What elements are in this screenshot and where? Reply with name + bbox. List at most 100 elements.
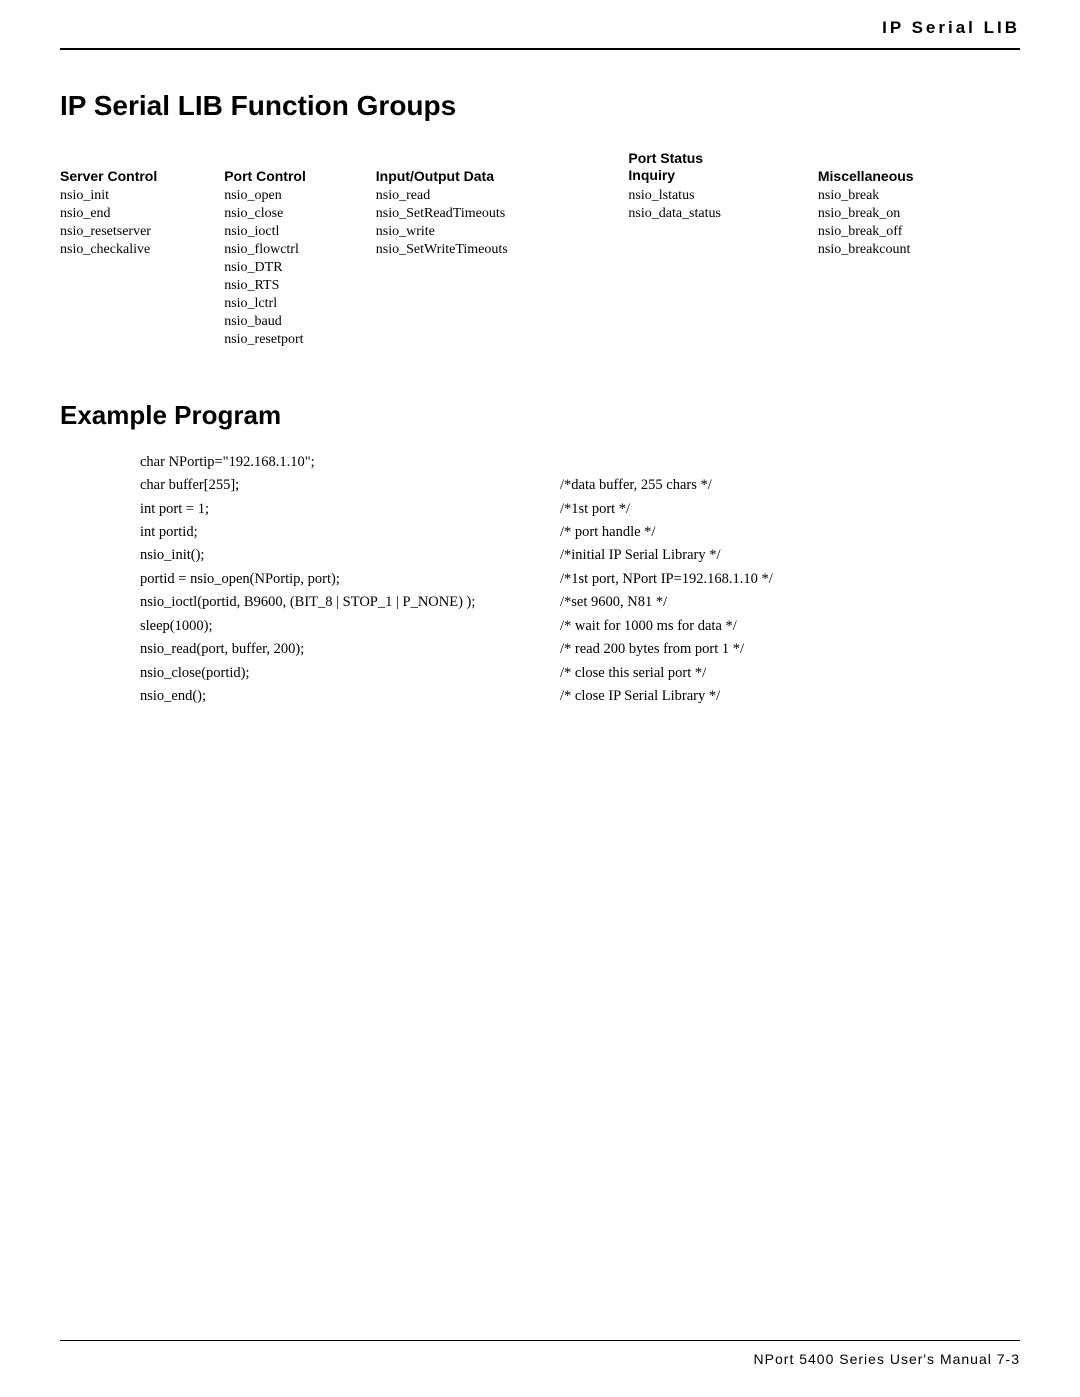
- cell-6-3: [628, 296, 817, 314]
- cell-1-2: nsio_SetReadTimeouts: [376, 206, 629, 224]
- code-left-4: nsio_init();: [140, 544, 560, 566]
- cell-4-2: [376, 260, 629, 278]
- cell-5-4: [818, 278, 1020, 296]
- code-left-2: int port = 1;: [140, 498, 560, 520]
- cell-1-3: nsio_data_status: [628, 206, 817, 224]
- cell-6-1: nsio_lctrl: [224, 296, 376, 314]
- cell-3-1: nsio_flowctrl: [224, 242, 376, 260]
- table-row: nsio_baud: [60, 314, 1020, 332]
- cell-0-2: nsio_read: [376, 188, 629, 206]
- function-groups-table: Server Control Port Control Input/Output…: [60, 150, 1020, 350]
- code-line: nsio_end();/* close IP Serial Library */: [140, 685, 1020, 707]
- code-line: int port = 1;/*1st port */: [140, 498, 1020, 520]
- cell-7-3: [628, 314, 817, 332]
- footer-text: NPort 5400 Series User's Manual 7-3: [754, 1351, 1020, 1367]
- cell-4-1: nsio_DTR: [224, 260, 376, 278]
- cell-3-3: [628, 242, 817, 260]
- code-left-0: char NPortip="192.168.1.10";: [140, 451, 560, 473]
- cell-0-1: nsio_open: [224, 188, 376, 206]
- page-footer: NPort 5400 Series User's Manual 7-3: [60, 1340, 1020, 1367]
- cell-7-4: [818, 314, 1020, 332]
- code-left-5: portid = nsio_open(NPortip, port);: [140, 568, 560, 590]
- page-container: IP Serial LIB IP Serial LIB Function Gro…: [0, 0, 1080, 1397]
- cell-2-4: nsio_break_off: [818, 224, 1020, 242]
- cell-0-4: nsio_break: [818, 188, 1020, 206]
- code-right-4: /*initial IP Serial Library */: [560, 544, 1020, 566]
- col-header-misc: Miscellaneous: [818, 150, 1020, 188]
- code-right-5: /*1st port, NPort IP=192.168.1.10 */: [560, 568, 1020, 590]
- cell-8-4: [818, 332, 1020, 350]
- page-header: IP Serial LIB: [60, 0, 1020, 50]
- code-right-9: /* close this serial port */: [560, 662, 1020, 684]
- code-line: nsio_ioctl(portid, B9600, (BIT_8 | STOP_…: [140, 591, 1020, 613]
- cell-6-0: [60, 296, 224, 314]
- cell-0-3: nsio_lstatus: [628, 188, 817, 206]
- code-left-7: sleep(1000);: [140, 615, 560, 637]
- table-row: nsio_initnsio_opennsio_readnsio_lstatusn…: [60, 188, 1020, 206]
- cell-1-4: nsio_break_on: [818, 206, 1020, 224]
- cell-2-0: nsio_resetserver: [60, 224, 224, 242]
- code-left-6: nsio_ioctl(portid, B9600, (BIT_8 | STOP_…: [140, 591, 560, 613]
- code-line: sleep(1000);/* wait for 1000 ms for data…: [140, 615, 1020, 637]
- cell-0-0: nsio_init: [60, 188, 224, 206]
- code-left-10: nsio_end();: [140, 685, 560, 707]
- code-line: char NPortip="192.168.1.10";: [140, 451, 1020, 473]
- code-right-3: /* port handle */: [560, 521, 1020, 543]
- cell-8-0: [60, 332, 224, 350]
- col-header-port: Port Control: [224, 150, 376, 188]
- col-header-server: Server Control: [60, 150, 224, 188]
- code-right-7: /* wait for 1000 ms for data */: [560, 615, 1020, 637]
- cell-8-1: nsio_resetport: [224, 332, 376, 350]
- cell-1-1: nsio_close: [224, 206, 376, 224]
- table-row: nsio_DTR: [60, 260, 1020, 278]
- table-row: nsio_endnsio_closensio_SetReadTimeoutsns…: [60, 206, 1020, 224]
- cell-4-0: [60, 260, 224, 278]
- code-line: char buffer[255];/*data buffer, 255 char…: [140, 474, 1020, 496]
- cell-2-2: nsio_write: [376, 224, 629, 242]
- cell-5-0: [60, 278, 224, 296]
- code-left-3: int portid;: [140, 521, 560, 543]
- cell-5-2: [376, 278, 629, 296]
- col-header-io: Input/Output Data: [376, 150, 629, 188]
- code-line: int portid;/* port handle */: [140, 521, 1020, 543]
- code-right-1: /*data buffer, 255 chars */: [560, 474, 1020, 496]
- cell-5-3: [628, 278, 817, 296]
- cell-3-4: nsio_breakcount: [818, 242, 1020, 260]
- cell-3-2: nsio_SetWriteTimeouts: [376, 242, 629, 260]
- code-right-10: /* close IP Serial Library */: [560, 685, 1020, 707]
- cell-7-0: [60, 314, 224, 332]
- cell-1-0: nsio_end: [60, 206, 224, 224]
- cell-8-3: [628, 332, 817, 350]
- code-left-9: nsio_close(portid);: [140, 662, 560, 684]
- code-line: nsio_read(port, buffer, 200);/* read 200…: [140, 638, 1020, 660]
- cell-3-0: nsio_checkalive: [60, 242, 224, 260]
- code-line: nsio_close(portid);/* close this serial …: [140, 662, 1020, 684]
- table-row: nsio_lctrl: [60, 296, 1020, 314]
- cell-5-1: nsio_RTS: [224, 278, 376, 296]
- code-line: nsio_init();/*initial IP Serial Library …: [140, 544, 1020, 566]
- table-row: nsio_resetport: [60, 332, 1020, 350]
- header-title: IP Serial LIB: [882, 18, 1020, 38]
- main-heading: IP Serial LIB Function Groups: [60, 90, 1020, 122]
- table-row: nsio_resetservernsio_ioctlnsio_write nsio…: [60, 224, 1020, 242]
- code-right-6: /*set 9600, N81 */: [560, 591, 1020, 613]
- table-row: nsio_checkalivensio_flowctrlnsio_SetWrit…: [60, 242, 1020, 260]
- cell-4-4: [818, 260, 1020, 278]
- cell-4-3: [628, 260, 817, 278]
- cell-7-2: [376, 314, 629, 332]
- code-line: portid = nsio_open(NPortip, port);/*1st …: [140, 568, 1020, 590]
- col-header-status: Port StatusInquiry: [628, 150, 817, 188]
- code-left-8: nsio_read(port, buffer, 200);: [140, 638, 560, 660]
- code-block: char NPortip="192.168.1.10";char buffer[…: [140, 451, 1020, 708]
- cell-2-3: [628, 224, 817, 242]
- table-row: nsio_RTS: [60, 278, 1020, 296]
- cell-6-4: [818, 296, 1020, 314]
- code-right-2: /*1st port */: [560, 498, 1020, 520]
- cell-7-1: nsio_baud: [224, 314, 376, 332]
- cell-2-1: nsio_ioctl: [224, 224, 376, 242]
- cell-8-2: [376, 332, 629, 350]
- cell-6-2: [376, 296, 629, 314]
- example-heading: Example Program: [60, 400, 1020, 431]
- code-right-8: /* read 200 bytes from port 1 */: [560, 638, 1020, 660]
- code-left-1: char buffer[255];: [140, 474, 560, 496]
